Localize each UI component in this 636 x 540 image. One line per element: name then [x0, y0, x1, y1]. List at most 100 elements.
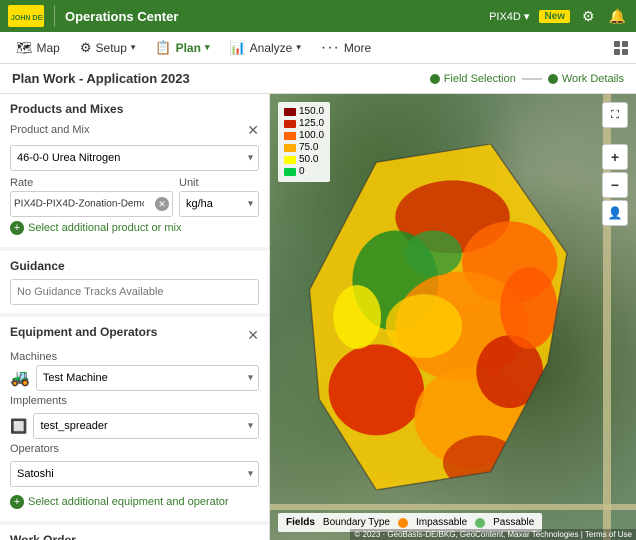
operator-select-wrapper: Satoshi: [10, 461, 259, 487]
legend-color-125: [284, 120, 296, 128]
main-content: Products and Mixes Product and Mix ✕ 46-…: [0, 94, 636, 540]
implement-row: 🔲 test_spreader: [10, 413, 259, 439]
map-attribution: © 2023 · GeoBasIs-DE/BKG, GeoContent, Ma…: [350, 529, 636, 540]
step-connector: [522, 78, 542, 80]
products-section: Products and Mixes Product and Mix ✕ 46-…: [0, 94, 269, 247]
legend-row-75: 75.0: [284, 142, 324, 153]
product-close-button[interactable]: ✕: [247, 122, 259, 139]
legend-color-0: [284, 168, 296, 176]
legend-value-125: 125.0: [299, 118, 324, 129]
svg-text:JOHN DEERE: JOHN DEERE: [11, 15, 43, 22]
guidance-title: Guidance: [10, 259, 259, 273]
wizard-step-field-selection: Field Selection: [430, 73, 516, 85]
machine-select[interactable]: Test Machine: [36, 365, 259, 391]
add-product-label: Select additional product or mix: [28, 222, 181, 234]
step-label-2: Work Details: [562, 73, 624, 85]
guidance-input[interactable]: [10, 279, 259, 305]
unit-label: Unit: [179, 177, 259, 189]
subnav: 🗺 Map ⚙ Setup ▾ 📋 Plan ▾ 📊 Analyze ▾ ···…: [0, 32, 636, 64]
operators-label: Operators: [10, 443, 259, 455]
legend-row-0: 0: [284, 166, 324, 177]
work-order-section: Work Order Group related work on multipl…: [0, 525, 269, 540]
analyze-icon: 📊: [229, 40, 245, 56]
subnav-setup[interactable]: ⚙ Setup ▾: [72, 36, 144, 60]
rate-input[interactable]: [10, 191, 173, 217]
wizard-bar: Plan Work - Application 2023 Field Selec…: [0, 64, 636, 94]
map-panel: 150.0 125.0 100.0 75.0 50.0: [270, 94, 636, 540]
equipment-header: Equipment and Operators ✕: [10, 325, 259, 345]
left-panel: Products and Mixes Product and Mix ✕ 46-…: [0, 94, 270, 540]
plan-dropdown-icon: ▾: [205, 42, 210, 53]
operator-row: Satoshi: [10, 461, 259, 487]
product-mix-header: Product and Mix ✕: [10, 122, 259, 139]
new-badge: New: [539, 10, 570, 23]
machine-select-wrapper: Test Machine: [36, 365, 259, 391]
wizard-step-work-details: Work Details: [548, 73, 624, 85]
guidance-section: Guidance: [0, 251, 269, 313]
legend-value-150: 150.0: [299, 106, 324, 117]
bottom-legend-title: Fields: [286, 517, 315, 528]
subnav-setup-label: Setup: [96, 41, 127, 55]
passable-label: Passable: [493, 517, 534, 528]
implement-select[interactable]: test_spreader: [33, 413, 259, 439]
setup-icon: ⚙: [80, 40, 92, 56]
add-product-link[interactable]: + Select additional product or mix: [10, 217, 259, 239]
plan-icon: 📋: [155, 40, 171, 56]
subnav-plan-label: Plan: [176, 41, 201, 55]
logo-area: JOHN DEERE Operations Center: [8, 5, 178, 27]
setup-dropdown-icon: ▾: [131, 42, 136, 53]
passable-dot: [475, 518, 485, 528]
subnav-analyze[interactable]: 📊 Analyze ▾: [221, 36, 308, 60]
step-dot-2: [548, 74, 558, 84]
legend-row-50: 50.0: [284, 154, 324, 165]
add-equipment-label: Select additional equipment and operator: [28, 496, 229, 508]
navbar: JOHN DEERE Operations Center PIX4D ▾ New…: [0, 0, 636, 32]
map-controls: + − 👤: [602, 144, 628, 226]
boundary-label: Boundary Type: [323, 517, 390, 528]
legend-value-50: 50.0: [299, 154, 318, 165]
unit-select[interactable]: kg/ha: [179, 191, 259, 217]
grid-view-icon[interactable]: [614, 41, 628, 55]
rate-clear-button[interactable]: ✕: [155, 197, 169, 211]
locate-button[interactable]: 👤: [602, 200, 628, 226]
operator-select[interactable]: Satoshi: [10, 461, 259, 487]
subnav-more-label: More: [344, 41, 371, 55]
map-expand: ⛶: [602, 102, 628, 128]
legend-color-50: [284, 156, 296, 164]
equipment-section: Equipment and Operators ✕ Machines 🚜 Tes…: [0, 317, 269, 521]
machine-tractor-icon: 🚜: [10, 368, 30, 388]
app-title: Operations Center: [65, 9, 178, 24]
legend-value-100: 100.0: [299, 130, 324, 141]
bell-icon[interactable]: 🔔: [607, 6, 628, 27]
nav-divider: [54, 6, 55, 26]
legend-value-0: 0: [299, 166, 305, 177]
user-menu[interactable]: PIX4D ▾: [489, 10, 529, 23]
product-select[interactable]: 46-0-0 Urea Nitrogen: [10, 145, 259, 171]
expand-button[interactable]: ⛶: [602, 102, 628, 128]
legend-color-100: [284, 132, 296, 140]
settings-icon[interactable]: ⚙: [580, 6, 597, 27]
impassable-label: Impassable: [416, 517, 467, 528]
product-mix-label: Product and Mix: [10, 124, 89, 136]
zoom-in-button[interactable]: +: [602, 144, 628, 170]
subnav-map[interactable]: 🗺 Map: [8, 36, 68, 60]
add-equipment-link[interactable]: + Select additional equipment and operat…: [10, 491, 259, 513]
subnav-plan[interactable]: 📋 Plan ▾: [147, 36, 217, 60]
step-label-1: Field Selection: [444, 73, 516, 85]
subnav-more[interactable]: ··· More: [313, 35, 379, 61]
equipment-close-button[interactable]: ✕: [247, 327, 259, 344]
legend-row-100: 100.0: [284, 130, 324, 141]
unit-col: Unit kg/ha: [179, 177, 259, 217]
zoom-out-button[interactable]: −: [602, 172, 628, 198]
unit-select-wrapper: kg/ha: [179, 191, 259, 217]
add-equipment-icon: +: [10, 495, 24, 509]
john-deere-logo: JOHN DEERE: [8, 5, 44, 27]
wizard-steps: Field Selection Work Details: [430, 73, 624, 85]
subnav-map-label: Map: [37, 41, 60, 55]
step-dot-1: [430, 74, 440, 84]
map-icon: 🗺: [16, 40, 33, 56]
analyze-dropdown-icon: ▾: [296, 42, 301, 53]
product-select-wrapper: 46-0-0 Urea Nitrogen: [10, 145, 259, 171]
map-road-horizontal: [270, 504, 636, 510]
map-legend: 150.0 125.0 100.0 75.0 50.0: [278, 102, 330, 182]
